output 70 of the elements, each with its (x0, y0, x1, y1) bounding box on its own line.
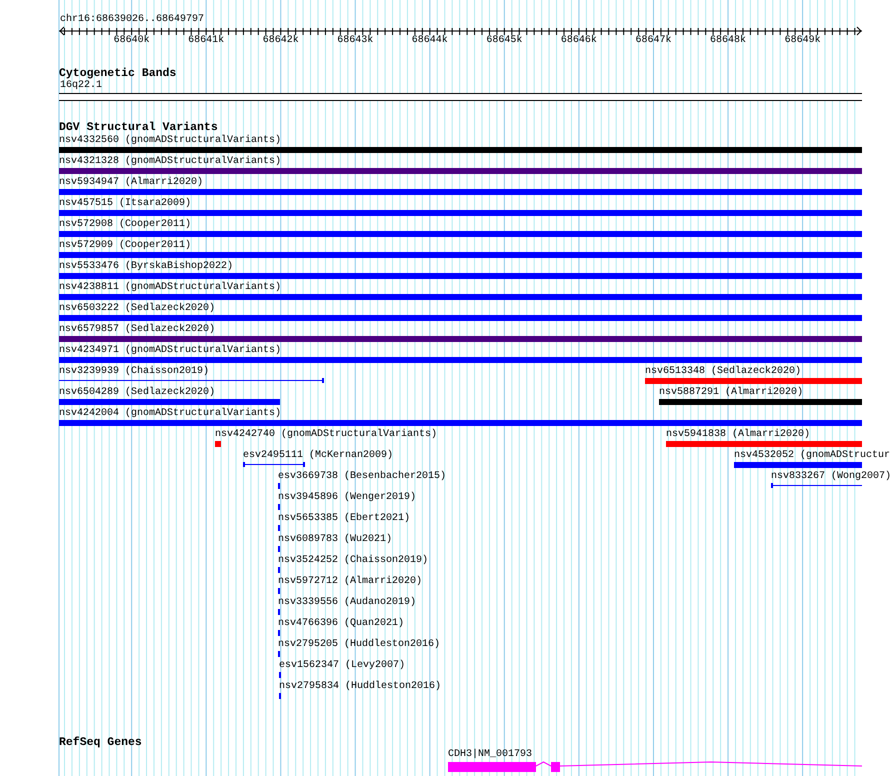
variant-label[interactable]: nsv572909 (Cooper2011) (59, 240, 192, 251)
ruler-label: 68647k (635, 35, 672, 46)
ruler-label: 68643k (337, 35, 374, 46)
ruler-label: 68640k (114, 35, 150, 46)
gene-model-drawing[interactable] (448, 761, 862, 772)
location-label: chr16:68639026..68649797 (60, 14, 204, 26)
gene-label[interactable]: CDH3|NM_001793 (448, 749, 532, 760)
ruler-label: 68644k (412, 35, 448, 46)
variant-bar[interactable] (59, 210, 862, 216)
variant-span[interactable] (59, 378, 324, 383)
ruler-label: 68642k (262, 35, 299, 46)
ruler-label: 68641k (188, 35, 224, 46)
variant-label[interactable]: nsv5887291 (Almarri2020) (659, 387, 804, 398)
variant-label[interactable]: nsv457515 (Itsara2009) (59, 198, 192, 209)
variant-bar[interactable] (59, 189, 862, 195)
track-title: RefSeq Genes (59, 737, 142, 749)
variant-bar[interactable] (59, 231, 862, 237)
variant-label[interactable]: nsv5934947 (Almarri2020) (59, 177, 204, 188)
ruler-label: 68649k (784, 35, 821, 46)
variant-label[interactable]: nsv4242740 (gnomADStructuralVariants) (215, 429, 438, 440)
variant-label[interactable]: nsv2795205 (Huddleston2016) (278, 639, 440, 650)
variant-label[interactable]: nsv5941838 (Almarri2020) (666, 429, 810, 440)
variant-bar[interactable] (59, 294, 862, 300)
variant-label[interactable]: esv2495111 (McKernan2009) (243, 450, 394, 461)
variant-label[interactable]: nsv572908 (Cooper2011) (59, 219, 192, 230)
variant-label[interactable]: nsv4242004 (gnomADStructuralVariants) (59, 408, 282, 419)
variant-bar[interactable] (59, 273, 862, 279)
track-title: DGV Structural Variants (59, 122, 218, 134)
variant-label[interactable]: nsv5653385 (Ebert2021) (278, 513, 410, 524)
ruler-label: 68646k (560, 35, 597, 46)
ruler-label: 68645k (486, 35, 522, 46)
variant-bar[interactable] (59, 336, 862, 342)
variant-bar[interactable] (59, 420, 862, 426)
variant-label[interactable]: nsv4238811 (gnomADStructuralVariants) (59, 282, 282, 293)
variant-label[interactable]: nsv4766396 (Quan2021) (278, 618, 404, 629)
variant-bar[interactable] (59, 252, 862, 258)
variant-label[interactable]: esv3669738 (Besenbacher2015) (278, 471, 446, 482)
variant-label[interactable]: esv1562347 (Levy2007) (279, 660, 406, 671)
variant-bar[interactable] (645, 378, 862, 384)
variant-bar[interactable] (215, 441, 221, 447)
variant-label[interactable]: nsv3524252 (Chaisson2019) (278, 555, 428, 566)
variant-label[interactable]: nsv6513348 (Sedlazeck2020) (645, 366, 802, 377)
variant-label[interactable]: nsv3339556 (Audano2019) (278, 597, 416, 608)
variant-bar[interactable] (666, 441, 862, 447)
variant-label[interactable]: nsv3945896 (Wenger2019) (278, 492, 416, 503)
variant-bar[interactable] (59, 168, 862, 174)
variant-label[interactable]: nsv4332560 (gnomADStructuralVariants) (59, 135, 282, 146)
variant-bar[interactable] (59, 399, 280, 405)
variant-span[interactable] (243, 462, 305, 467)
track-title: Cytogenetic Bands (59, 68, 176, 80)
variant-label[interactable]: nsv2795834 (Huddleston2016) (279, 681, 442, 692)
variant-label[interactable]: nsv833267 (Wong2007) (771, 471, 890, 482)
variant-span[interactable] (771, 483, 862, 488)
variant-label[interactable]: nsv5972712 (Almarri2020) (278, 576, 422, 587)
variant-bar[interactable] (59, 315, 862, 321)
variant-bar[interactable] (659, 399, 862, 405)
ruler-label: 68648k (710, 35, 746, 46)
variant-label[interactable]: nsv4532052 (gnomADStructur (734, 450, 890, 461)
variant-label[interactable]: nsv6089783 (Wu2021) (278, 534, 392, 545)
variant-label[interactable]: nsv6504289 (Sedlazeck2020) (59, 387, 216, 398)
variant-bar[interactable] (59, 357, 862, 363)
variant-label[interactable]: nsv6579857 (Sedlazeck2020) (59, 324, 216, 335)
variant-label[interactable]: nsv6503222 (Sedlazeck2020) (59, 303, 216, 314)
variant-bar[interactable] (734, 462, 862, 468)
band-label: 16q22.1 (60, 80, 102, 92)
variant-label[interactable]: nsv4321328 (gnomADStructuralVariants) (59, 156, 282, 167)
variant-label[interactable]: nsv4234971 (gnomADStructuralVariants) (59, 345, 282, 356)
variant-label[interactable]: nsv3239939 (Chaisson2019) (59, 366, 210, 377)
variant-label[interactable]: nsv5533476 (ByrskaBishop2022) (59, 261, 234, 272)
variant-bar[interactable] (59, 147, 862, 153)
